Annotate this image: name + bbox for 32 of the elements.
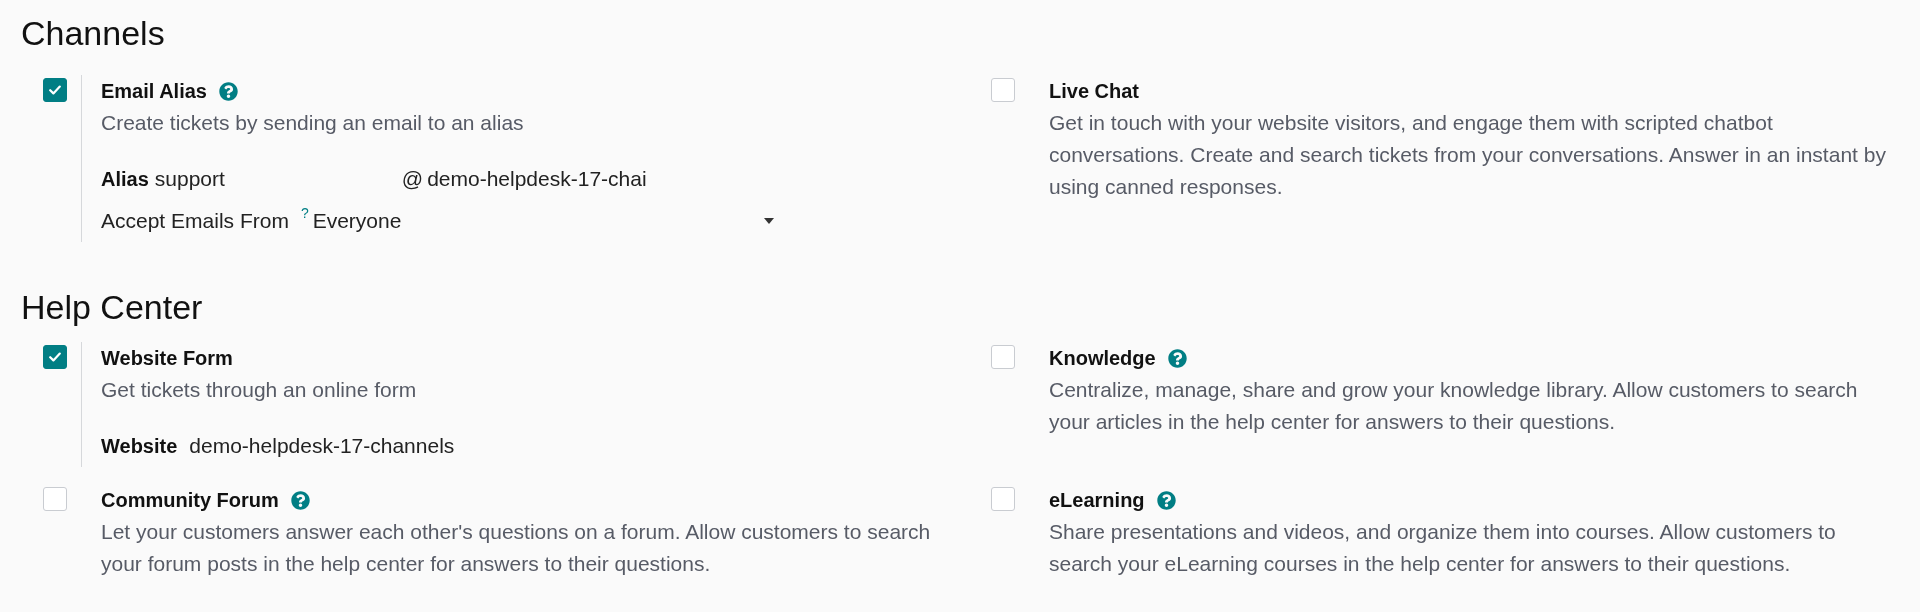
help-icon[interactable] bbox=[290, 490, 310, 510]
field-label: Accept Emails From bbox=[101, 208, 289, 235]
setting-description: Share presentations and videos, and organize them into courses. Allow customers to search your eLearning courses in the help center for answers to their questions. bbox=[1049, 519, 1837, 577]
setting-title: Live Chat bbox=[1049, 79, 1140, 104]
check-icon bbox=[49, 352, 61, 362]
help-icon[interactable] bbox=[1167, 348, 1187, 368]
help-icon[interactable] bbox=[1156, 490, 1176, 510]
setting-description: Create tickets by sending an email to an alias bbox=[101, 110, 525, 136]
help-icon[interactable] bbox=[219, 81, 238, 101]
setting-description: Get tickets through an online form bbox=[101, 377, 418, 403]
select-field[interactable]: Everyone bbox=[312, 205, 778, 237]
setting-title: Knowledge bbox=[1049, 346, 1156, 371]
caret-icon bbox=[763, 218, 774, 224]
field-label: Website bbox=[101, 434, 178, 459]
alias-input[interactable]: support bbox=[154, 163, 398, 195]
website-field[interactable]: demo-helpdesk-17-channels bbox=[189, 430, 455, 462]
section-heading: Channels bbox=[21, 13, 166, 53]
setting-description: Centralize, manage, share and grow your knowledge library. Allow customers to search your articles in the help center for answers to their questions. bbox=[1049, 377, 1859, 435]
checkbox[interactable] bbox=[43, 345, 67, 369]
setting-title: Community Forum bbox=[101, 488, 279, 513]
setting-description: Get in touch with your website visitors, and engage them with scripted chatbot conversations. Create and search tickets from your conversations. Answer in an instant by using canned responses. bbox=[1049, 110, 1887, 200]
domain-field[interactable]: demo-helpdesk-17-chai bbox=[427, 163, 647, 195]
section-heading: Help Center bbox=[21, 287, 204, 327]
setting-title: eLearning bbox=[1049, 488, 1145, 513]
at-sign: @ bbox=[401, 166, 424, 193]
field-label: Alias bbox=[101, 167, 149, 192]
setting-description: Let your customers answer each other's questions on a forum. Allow customers to search your forum posts in the help center for answers to their questions. bbox=[101, 519, 932, 577]
tooltip-mark[interactable]: ? bbox=[300, 206, 309, 220]
setting-title: Email Alias bbox=[101, 79, 207, 104]
check-icon bbox=[49, 85, 61, 95]
setting-title: Website Form bbox=[101, 346, 233, 371]
checkbox[interactable] bbox=[43, 78, 67, 102]
